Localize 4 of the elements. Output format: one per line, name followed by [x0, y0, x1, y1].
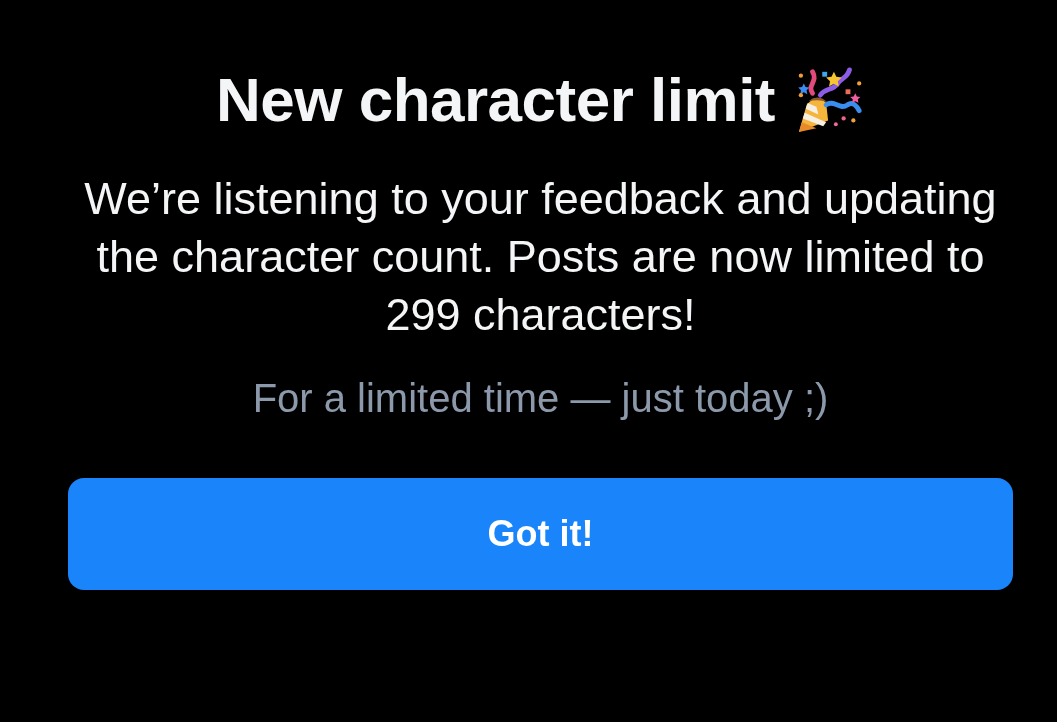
- dialog-title: New character limit: [215, 65, 776, 135]
- dialog-note: For a limited time — just today ;): [252, 375, 829, 422]
- got-it-button[interactable]: Got it!: [68, 478, 1013, 590]
- dialog-message: We’re listening to your feedback and updating the character count. Posts are now limited to 299 characters!: [83, 172, 998, 342]
